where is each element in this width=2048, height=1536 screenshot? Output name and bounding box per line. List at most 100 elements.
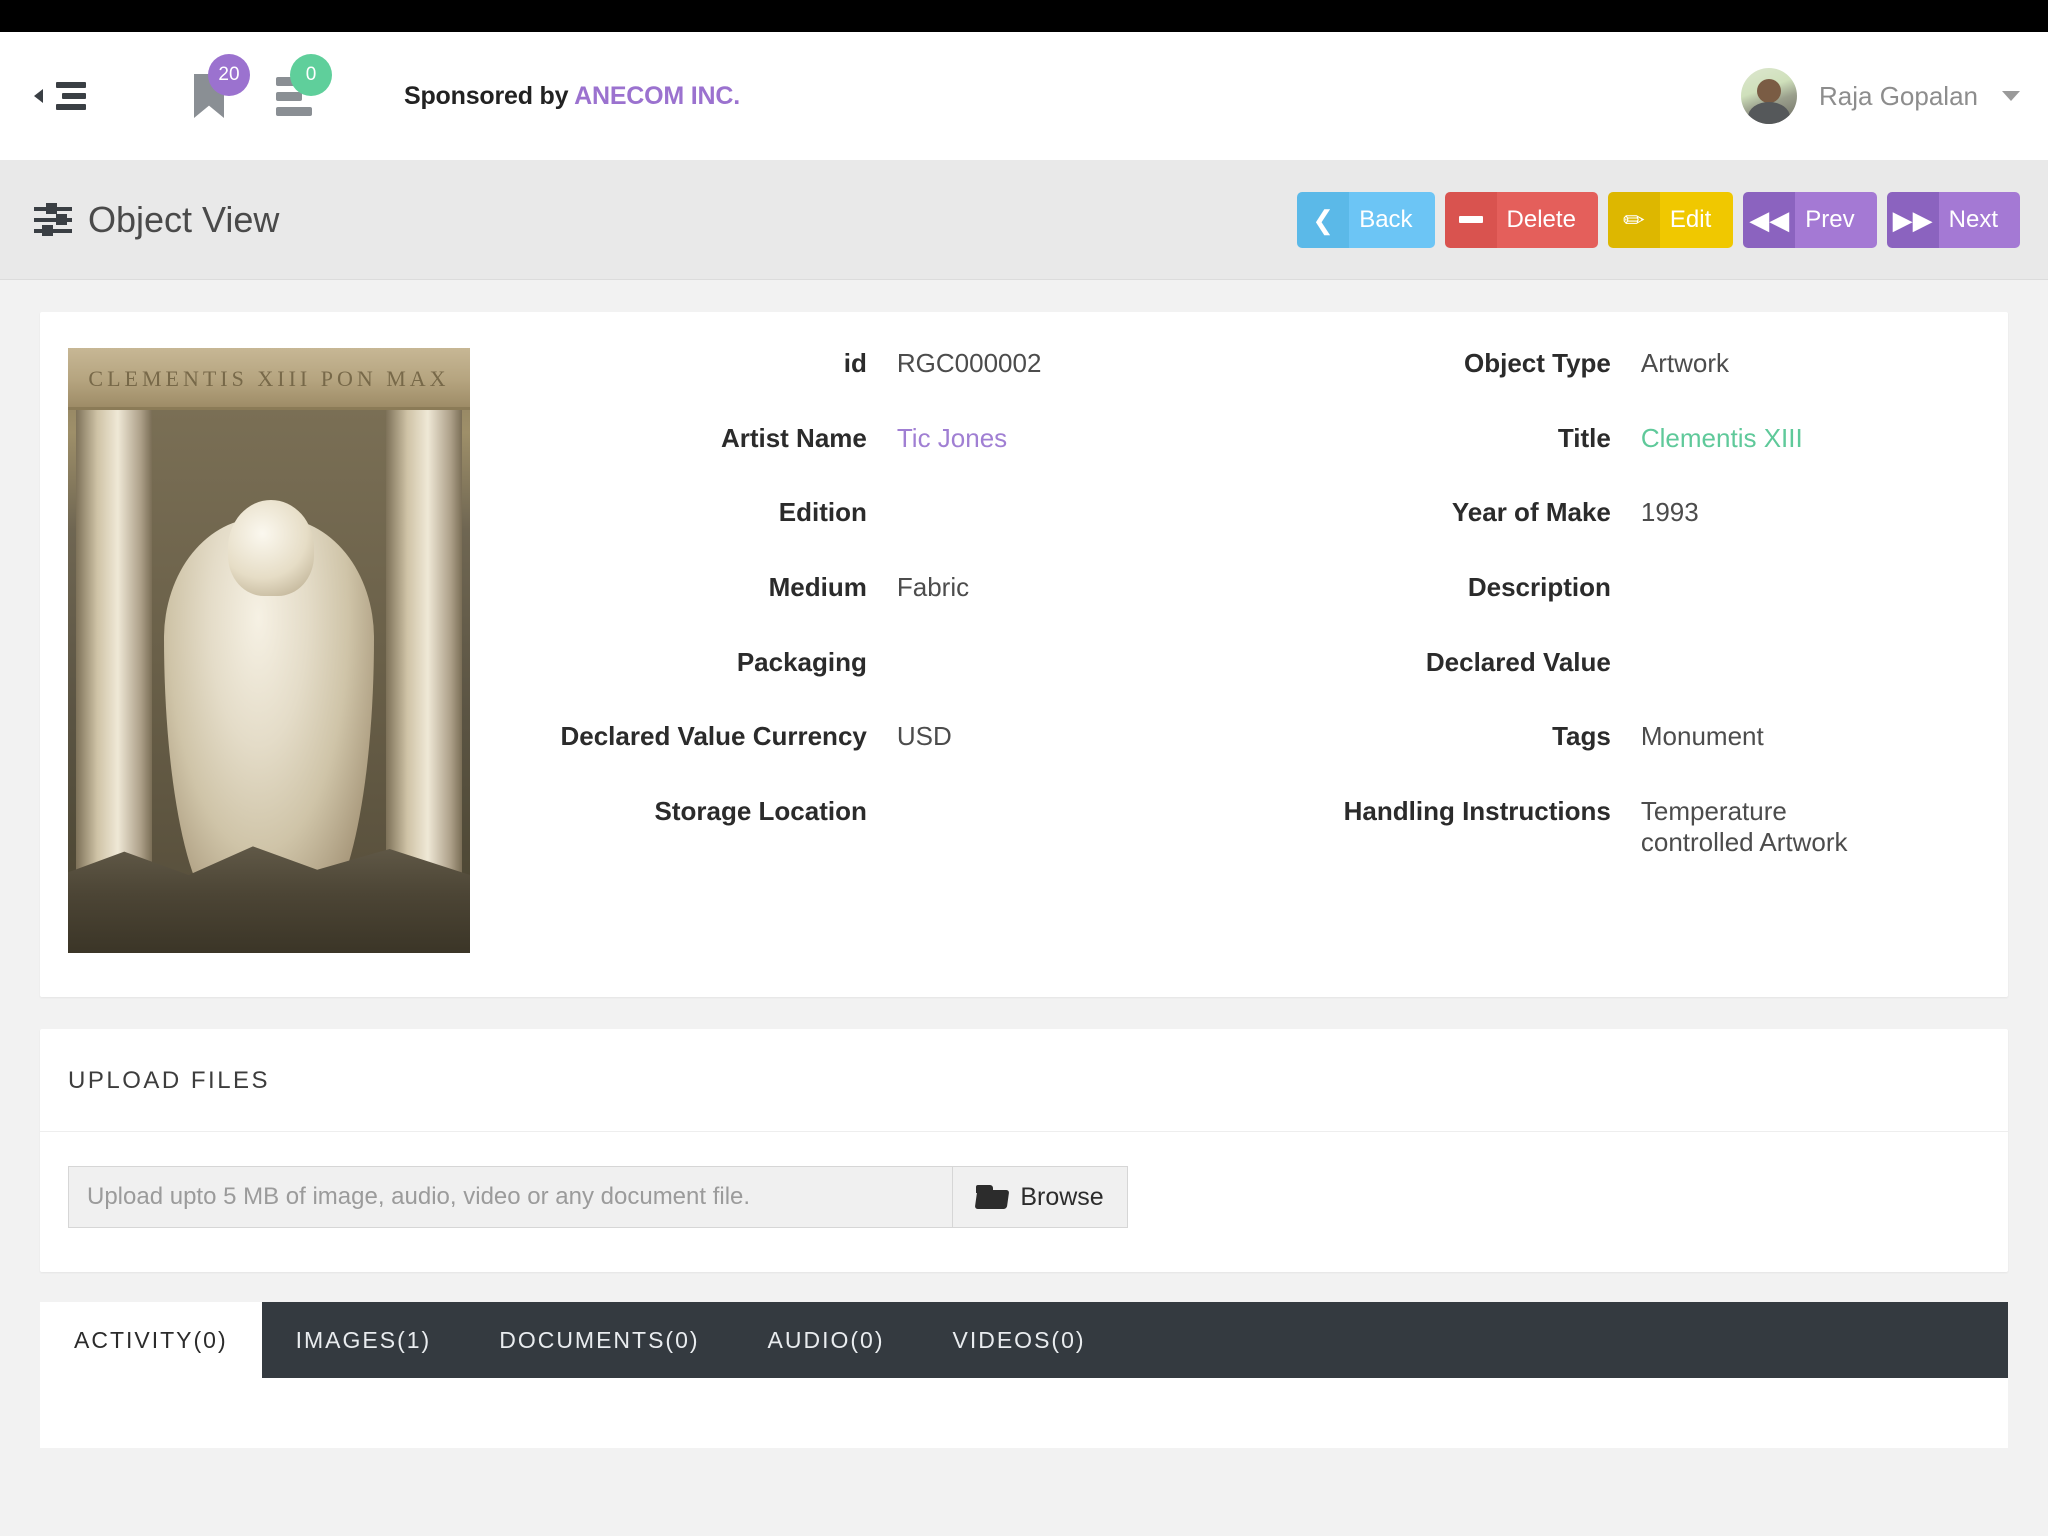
chevron-left-icon: ❮ — [1297, 191, 1350, 248]
field-value-text: Temperature controlled Artwork — [1640, 796, 1848, 857]
edit-button[interactable]: ✏ Edit — [1607, 191, 1734, 248]
tab-activity[interactable]: ACTIVITY(0) — [40, 1302, 262, 1378]
field-value: Artwork — [1640, 348, 1729, 378]
object-thumbnail[interactable]: CLEMENTIS XIII PON MAX — [68, 348, 470, 953]
tab-images[interactable]: IMAGES(1) — [262, 1302, 466, 1378]
field-value: 1993 — [1640, 497, 1699, 528]
field-label: Storage Location — [654, 796, 867, 827]
field-row: Handling Instructions Temperature contro… — [1254, 796, 1998, 857]
minus-icon — [1444, 191, 1497, 248]
tab-audio-label: AUDIO(0) — [767, 1326, 885, 1353]
upload-files-card: UPLOAD FILES Upload upto 5 MB of image, … — [40, 1029, 2008, 1272]
field-row: Description — [1254, 572, 1998, 603]
field-row: Declared Value — [1254, 647, 1998, 678]
tab-audio[interactable]: AUDIO(0) — [734, 1302, 919, 1378]
tab-images-label: IMAGES(1) — [295, 1326, 432, 1353]
field-value: RGC000002 — [896, 348, 1042, 378]
upload-section-title: UPLOAD FILES — [40, 1029, 2008, 1132]
header-left-group: 20 0 Sponsored by ANECOM INC. — [34, 54, 740, 118]
right-field-column: Object Type Artwork Title Clementis XIII… — [1254, 348, 1998, 953]
field-label: Title — [1557, 422, 1611, 453]
tasks-count-badge: 0 — [290, 54, 332, 96]
field-row: Packaging — [510, 647, 1254, 678]
field-row: Year of Make 1993 — [1254, 497, 1998, 528]
upload-section-body: Upload upto 5 MB of image, audio, video … — [40, 1132, 2008, 1272]
pencil-icon: ✏ — [1607, 191, 1660, 248]
chevron-down-icon[interactable] — [2002, 91, 2020, 101]
object-image-column: CLEMENTIS XIII PON MAX — [40, 348, 510, 953]
field-label: Handling Instructions — [1343, 796, 1611, 827]
object-fields: id RGC000002 Artist Name Tic Jones Editi… — [510, 348, 2008, 953]
field-row: Declared Value Currency USD — [510, 721, 1254, 752]
tab-videos[interactable]: VIDEOS(0) — [919, 1302, 1120, 1378]
field-value-artist-link[interactable]: Tic Jones — [897, 423, 1254, 454]
field-value: Temperature controlled Artwork — [1641, 796, 1998, 857]
browse-button[interactable]: Browse — [952, 1166, 1128, 1228]
page-title: Object View — [34, 199, 279, 241]
field-row: Medium Fabric — [510, 572, 1254, 603]
tab-videos-label: VIDEOS(0) — [952, 1326, 1086, 1353]
field-label: Declared Value Currency — [560, 721, 867, 752]
delete-button-label: Delete — [1496, 191, 1598, 248]
field-label: Declared Value — [1425, 646, 1611, 677]
main-content: CLEMENTIS XIII PON MAX id RGC000002 Arti… — [0, 312, 2048, 1448]
field-value: Fabric — [896, 572, 970, 603]
sponsor-brand: ANECOM INC. — [574, 81, 740, 110]
object-detail-card: CLEMENTIS XIII PON MAX id RGC000002 Arti… — [40, 312, 2008, 997]
field-row: Title Clementis XIII — [1254, 423, 1998, 454]
tasks-button[interactable]: 0 — [276, 54, 332, 118]
next-button[interactable]: ▶▶ Next — [1886, 191, 2020, 248]
field-label: Tags — [1552, 721, 1611, 752]
sponsor-prefix: Sponsored by — [404, 81, 575, 110]
field-value-title-link[interactable]: Clementis XIII — [1641, 423, 1998, 454]
back-button[interactable]: ❮ Back — [1297, 191, 1435, 248]
double-chevron-left-icon: ◀◀ — [1743, 191, 1796, 248]
field-label: Edition — [778, 497, 867, 528]
sponsor-banner: Sponsored by ANECOM INC. — [404, 82, 740, 111]
bookmarks-button[interactable]: 20 — [194, 54, 250, 118]
bookmark-count-badge: 20 — [208, 54, 250, 96]
field-label: Packaging — [736, 646, 867, 677]
action-button-group: ❮ Back Delete ✏ Edit ◀◀ Prev ▶▶ Next — [1297, 191, 2020, 248]
collapse-sidebar-button[interactable] — [34, 79, 142, 113]
tab-documents[interactable]: DOCUMENTS(0) — [465, 1302, 733, 1378]
left-field-column: id RGC000002 Artist Name Tic Jones Editi… — [510, 348, 1254, 953]
edit-button-label: Edit — [1659, 191, 1734, 248]
attachments-tablist: ACTIVITY(0) IMAGES(1) DOCUMENTS(0) AUDIO… — [40, 1302, 2008, 1378]
sliders-icon — [34, 203, 72, 237]
field-label: id — [843, 348, 867, 378]
field-row: Artist Name Tic Jones — [510, 423, 1254, 454]
field-label: Medium — [768, 572, 867, 603]
delete-button[interactable]: Delete — [1444, 191, 1598, 248]
user-name-label: Raja Gopalan — [1819, 80, 1978, 111]
double-chevron-right-icon: ▶▶ — [1886, 191, 1939, 248]
field-value: USD — [896, 721, 952, 752]
page-title-text: Object View — [88, 198, 280, 240]
field-row: Tags Monument — [1254, 721, 1998, 752]
collapse-sidebar-icon — [46, 79, 86, 113]
field-value: Monument — [1640, 721, 1764, 752]
chevron-left-icon — [34, 89, 43, 103]
tab-panel-activity — [40, 1378, 2008, 1448]
browse-button-label: Browse — [1020, 1182, 1104, 1211]
next-button-label: Next — [1938, 191, 2020, 248]
folder-icon — [974, 1185, 1010, 1209]
prev-button-label: Prev — [1795, 191, 1877, 248]
field-label: Year of Make — [1451, 497, 1611, 528]
upload-file-input[interactable]: Upload upto 5 MB of image, audio, video … — [68, 1166, 952, 1228]
field-label: Object Type — [1463, 348, 1611, 378]
upload-placeholder-text: Upload upto 5 MB of image, audio, video … — [87, 1183, 751, 1210]
avatar — [1741, 68, 1797, 124]
field-row: Storage Location — [510, 796, 1254, 827]
prev-button[interactable]: ◀◀ Prev — [1743, 191, 1877, 248]
tab-activity-label: ACTIVITY(0) — [74, 1326, 228, 1353]
top-black-strip — [0, 0, 2048, 32]
attachments-tabs-card: ACTIVITY(0) IMAGES(1) DOCUMENTS(0) AUDIO… — [40, 1302, 2008, 1448]
field-row: Edition — [510, 497, 1254, 528]
back-button-label: Back — [1349, 191, 1435, 248]
field-label: Artist Name — [720, 422, 867, 453]
user-menu[interactable]: Raja Gopalan — [1741, 68, 2020, 124]
app-header: 20 0 Sponsored by ANECOM INC. Raja Gopal… — [0, 32, 2048, 160]
tab-documents-label: DOCUMENTS(0) — [499, 1326, 700, 1353]
page-subheader: Object View ❮ Back Delete ✏ Edit ◀◀ Prev… — [0, 160, 2048, 280]
